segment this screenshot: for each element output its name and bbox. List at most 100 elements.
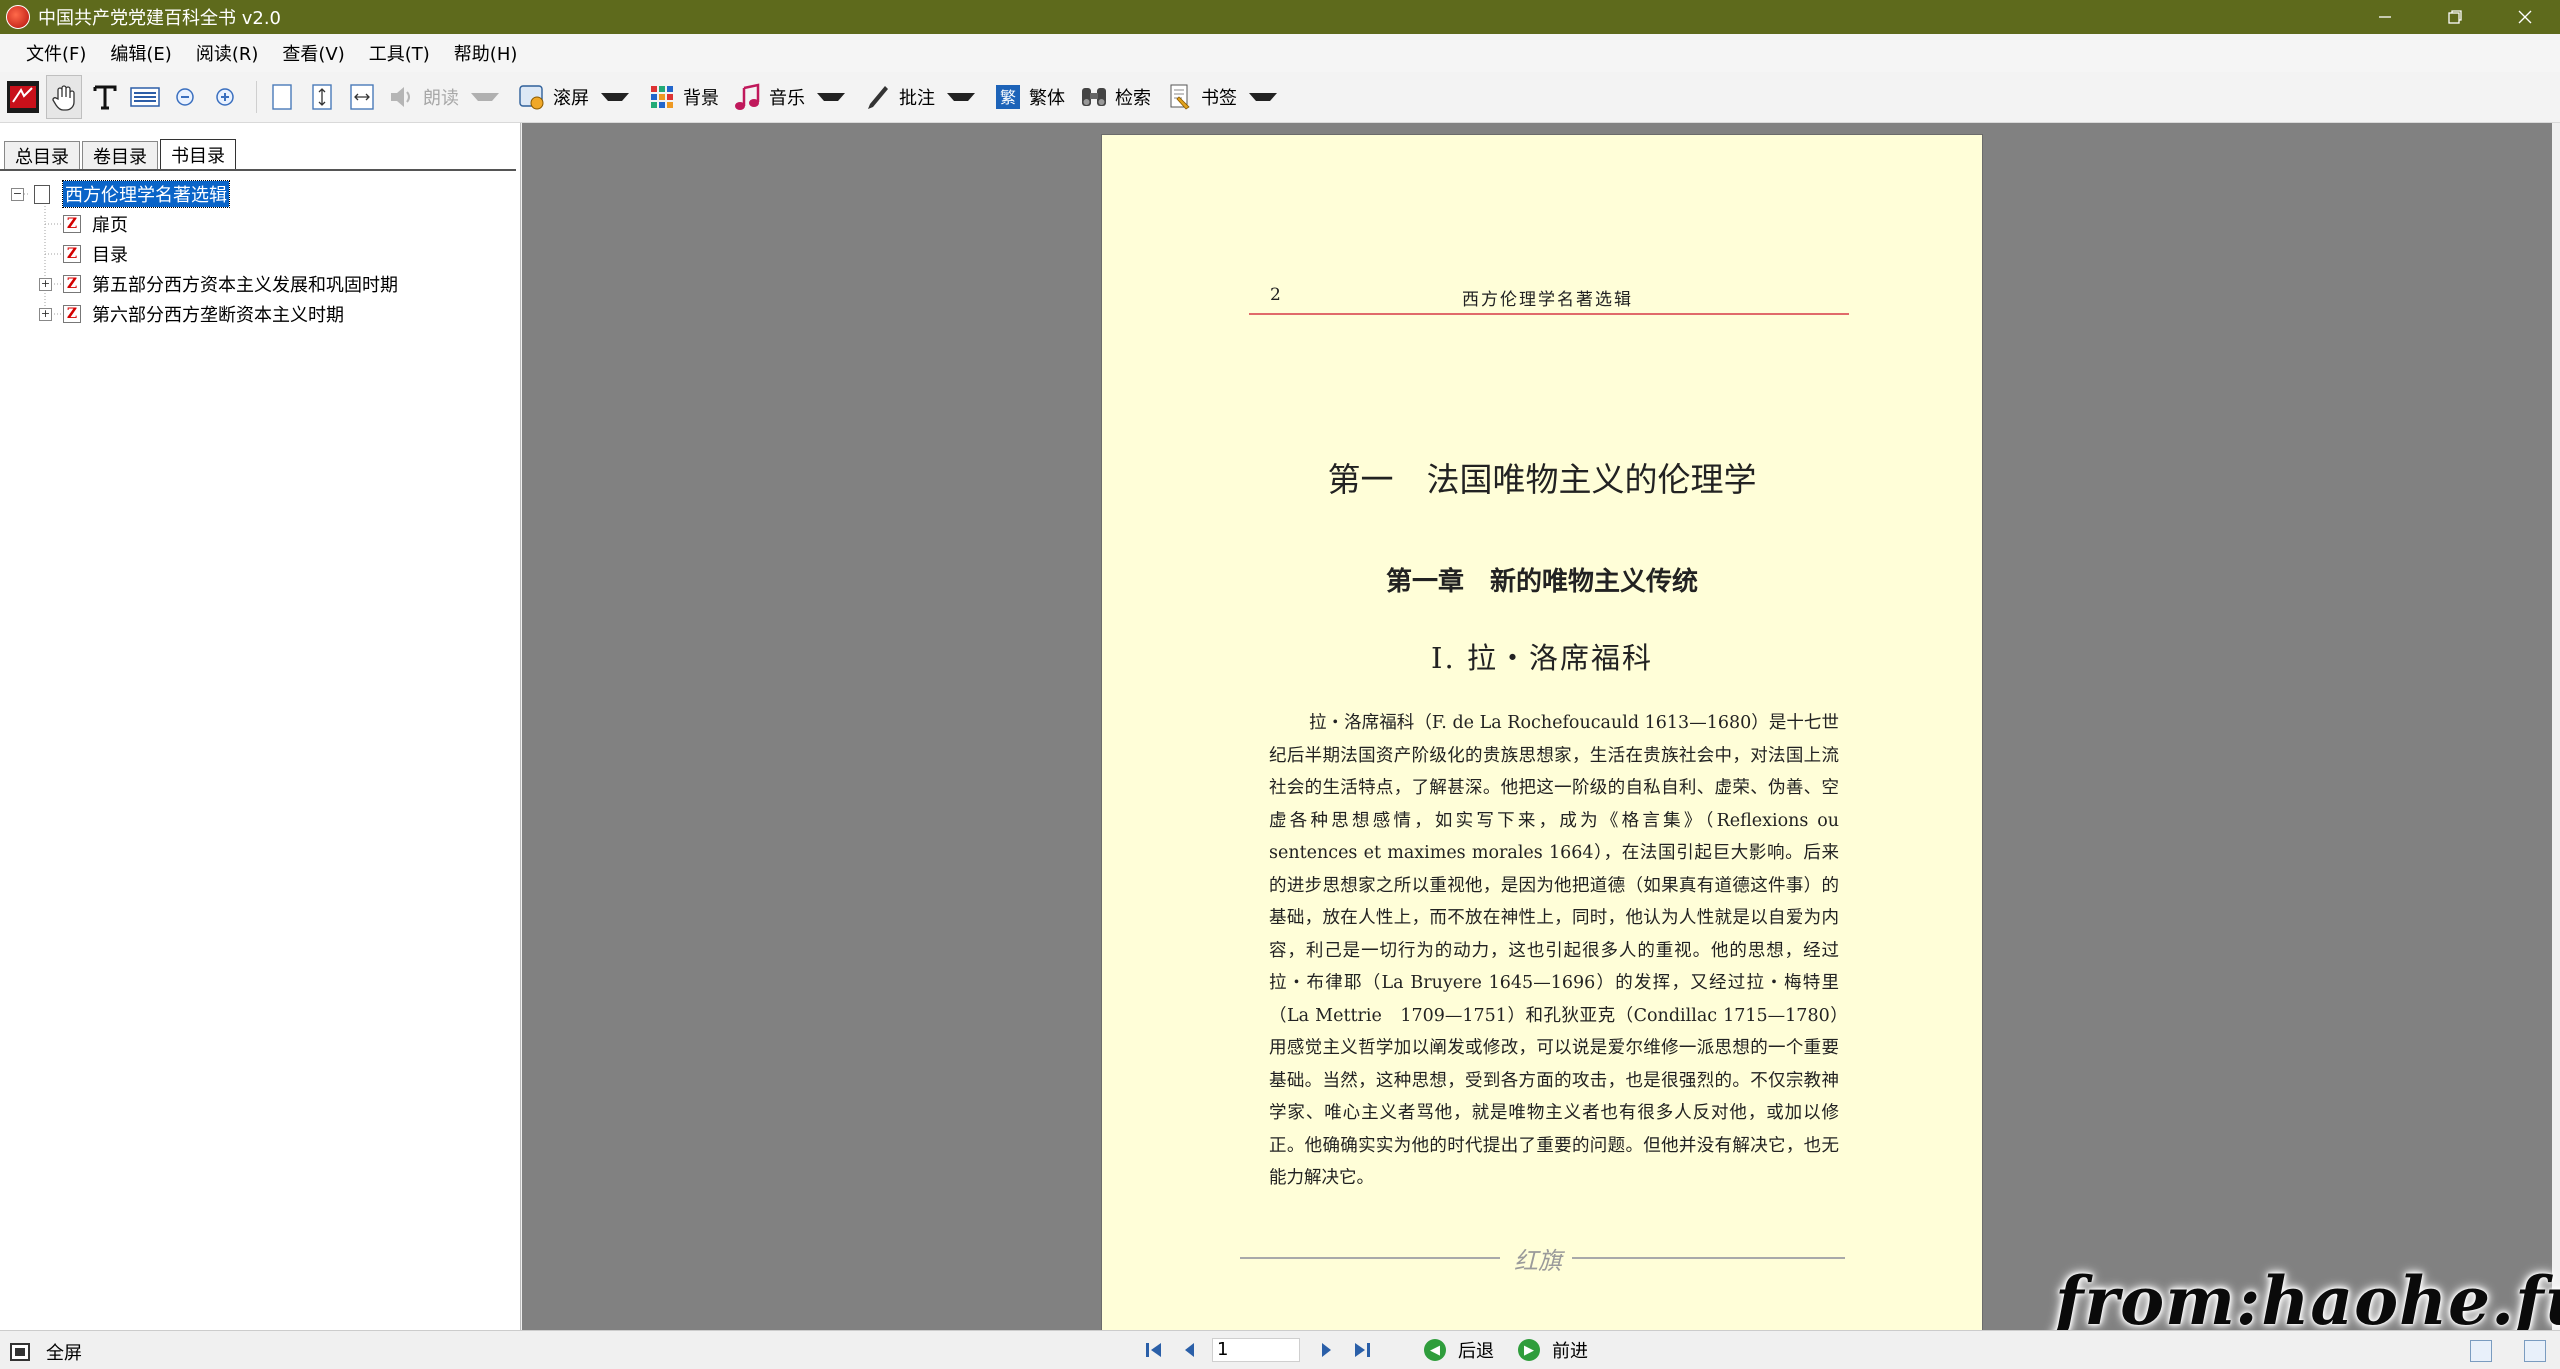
app-icon	[6, 5, 30, 29]
scroll-icon	[515, 80, 549, 114]
menu-read[interactable]: 阅读(R)	[196, 40, 259, 66]
back-label: 后退	[1458, 1341, 1494, 1362]
fit-width-button[interactable]	[345, 76, 379, 118]
footer-logo: 红旗	[1514, 1247, 1562, 1275]
menu-view[interactable]: 查看(V)	[282, 40, 344, 66]
page-number-input[interactable]: 1	[1212, 1338, 1300, 1362]
music-button[interactable]: 音乐	[731, 76, 855, 118]
tree-item-label: 第五部分西方资本主义发展和巩固时期	[92, 275, 398, 296]
pdf-page-icon: Z	[63, 215, 81, 233]
page-number: 2	[1270, 285, 1281, 305]
first-page-button[interactable]	[1140, 1336, 1168, 1364]
zoom-in-button[interactable]	[208, 76, 242, 118]
menu-file[interactable]: 文件(F)	[26, 40, 86, 66]
fit-height-button[interactable]	[305, 76, 339, 118]
tab-divider	[0, 169, 516, 171]
menu-edit[interactable]: 编辑(E)	[110, 40, 171, 66]
annotate-button[interactable]: 批注	[861, 76, 985, 118]
single-page-view-icon[interactable]	[2470, 1340, 2492, 1362]
back-button[interactable]: ◀ 后退	[1424, 1337, 1494, 1363]
menu-tools[interactable]: 工具(T)	[369, 40, 430, 66]
search-button[interactable]: 检索	[1077, 76, 1157, 118]
fullscreen-button[interactable]: 全屏	[10, 1339, 82, 1365]
close-button[interactable]	[2490, 0, 2560, 34]
zoom-out-button[interactable]	[168, 76, 202, 118]
zoom-in-icon	[208, 80, 242, 114]
toolbar-separator	[256, 81, 257, 113]
document-page: 2 西方伦理学名著选辑 第一 法国唯物主义的伦理学 第一章 新的唯物主义传统 Ⅰ…	[1102, 135, 1982, 1330]
music-dropdown[interactable]	[817, 93, 845, 101]
collapse-toggle[interactable]: −	[11, 187, 24, 201]
logo-button[interactable]	[6, 76, 40, 118]
minimize-icon	[2379, 16, 2391, 18]
tree-node-part-six[interactable]: + Z 第六部分西方垄断资本主义时期	[0, 299, 520, 329]
body-text: 拉・洛席福科（F. de La Rochefoucauld 1613—1680）…	[1269, 707, 1839, 1195]
tree-node-contents[interactable]: Z 目录	[0, 239, 520, 269]
previous-page-button[interactable]	[1176, 1336, 1204, 1364]
bookmark-dropdown[interactable]	[1249, 93, 1277, 101]
pdf-page-icon: Z	[63, 245, 81, 263]
read-aloud-button[interactable]: 朗读	[385, 76, 509, 118]
menu-help[interactable]: 帮助(H)	[454, 40, 518, 66]
next-page-icon	[1322, 1343, 1331, 1357]
document-icon	[34, 184, 50, 204]
tree-node-root[interactable]: − 西方伦理学名著选辑	[0, 179, 520, 209]
fullscreen-label: 全屏	[46, 1343, 82, 1364]
region-select-button[interactable]	[128, 76, 162, 118]
footer-rule-right	[1572, 1257, 1845, 1259]
search-label: 检索	[1115, 88, 1151, 109]
traditional-chinese-icon: 繁	[991, 80, 1025, 114]
minimize-button[interactable]	[2350, 0, 2420, 34]
music-label: 音乐	[769, 88, 805, 109]
continuous-view-icon[interactable]	[2524, 1340, 2546, 1362]
nav-tabs: 总目录 卷目录 书目录	[4, 139, 238, 170]
restore-button[interactable]	[2420, 0, 2490, 34]
fit-width-icon	[345, 80, 379, 114]
fit-height-icon	[305, 80, 339, 114]
next-page-button[interactable]	[1312, 1336, 1340, 1364]
bookmark-button[interactable]: 书签	[1163, 76, 1287, 118]
body-paragraph: 拉・洛席福科（F. de La Rochefoucauld 1613—1680）…	[1269, 713, 1839, 1188]
bookmark-icon	[1163, 80, 1197, 114]
binoculars-icon	[1077, 80, 1111, 114]
tree-item-label: 扉页	[92, 215, 128, 236]
pdf-page-icon: Z	[63, 305, 81, 323]
tree-node-title-page[interactable]: Z 扉页	[0, 209, 520, 239]
title-bar: 中国共产党党建百科全书 v2.0	[0, 0, 2560, 34]
fullscreen-icon	[10, 1343, 30, 1361]
text-select-icon	[88, 80, 122, 114]
annotate-dropdown[interactable]	[947, 93, 975, 101]
previous-page-icon	[1185, 1343, 1194, 1357]
actual-size-button[interactable]	[265, 76, 299, 118]
page-icon	[265, 80, 299, 114]
text-tool-button[interactable]	[88, 76, 122, 118]
last-page-button[interactable]	[1348, 1336, 1376, 1364]
read-aloud-label: 朗读	[423, 88, 459, 109]
running-header-title: 西方伦理学名著选辑	[1462, 290, 1633, 310]
tree-root-label: 西方伦理学名著选辑	[62, 180, 230, 208]
hand-tool-button[interactable]	[46, 75, 82, 119]
background-button[interactable]: 背景	[645, 76, 725, 118]
part-title: 第一 法国唯物主义的伦理学	[1327, 460, 1757, 499]
header-rule	[1249, 313, 1849, 315]
speaker-icon	[385, 80, 419, 114]
expand-toggle[interactable]: +	[39, 307, 52, 321]
vertical-scrollbar[interactable]	[2552, 123, 2560, 1330]
tree-node-part-five[interactable]: + Z 第五部分西方资本主义发展和巩固时期	[0, 269, 520, 299]
chapter-title: 第一章 新的唯物主义传统	[1385, 567, 1698, 597]
scroll-button[interactable]: 滚屏	[515, 76, 639, 118]
bookmark-label: 书签	[1201, 88, 1237, 109]
tab-volume-contents[interactable]: 卷目录	[82, 141, 158, 170]
tab-all-contents[interactable]: 总目录	[4, 141, 80, 170]
read-aloud-dropdown[interactable]	[471, 93, 499, 101]
forward-button[interactable]: ▶ 前进	[1518, 1337, 1588, 1363]
close-icon	[2518, 10, 2532, 24]
tab-book-contents[interactable]: 书目录	[160, 139, 236, 170]
restore-icon	[2448, 10, 2462, 24]
scroll-dropdown[interactable]	[601, 93, 629, 101]
navigation-pane: 总目录 卷目录 书目录 − 西方伦理学名著选辑 Z 扉页 Z 目录 + Z 第五…	[0, 123, 521, 1330]
toolbar: 朗读 滚屏 背景 音乐 批注 繁 繁体 检索 书签	[0, 72, 2560, 123]
traditional-chinese-button[interactable]: 繁 繁体	[991, 76, 1071, 118]
zoom-out-icon	[168, 80, 202, 114]
expand-toggle[interactable]: +	[39, 277, 52, 291]
